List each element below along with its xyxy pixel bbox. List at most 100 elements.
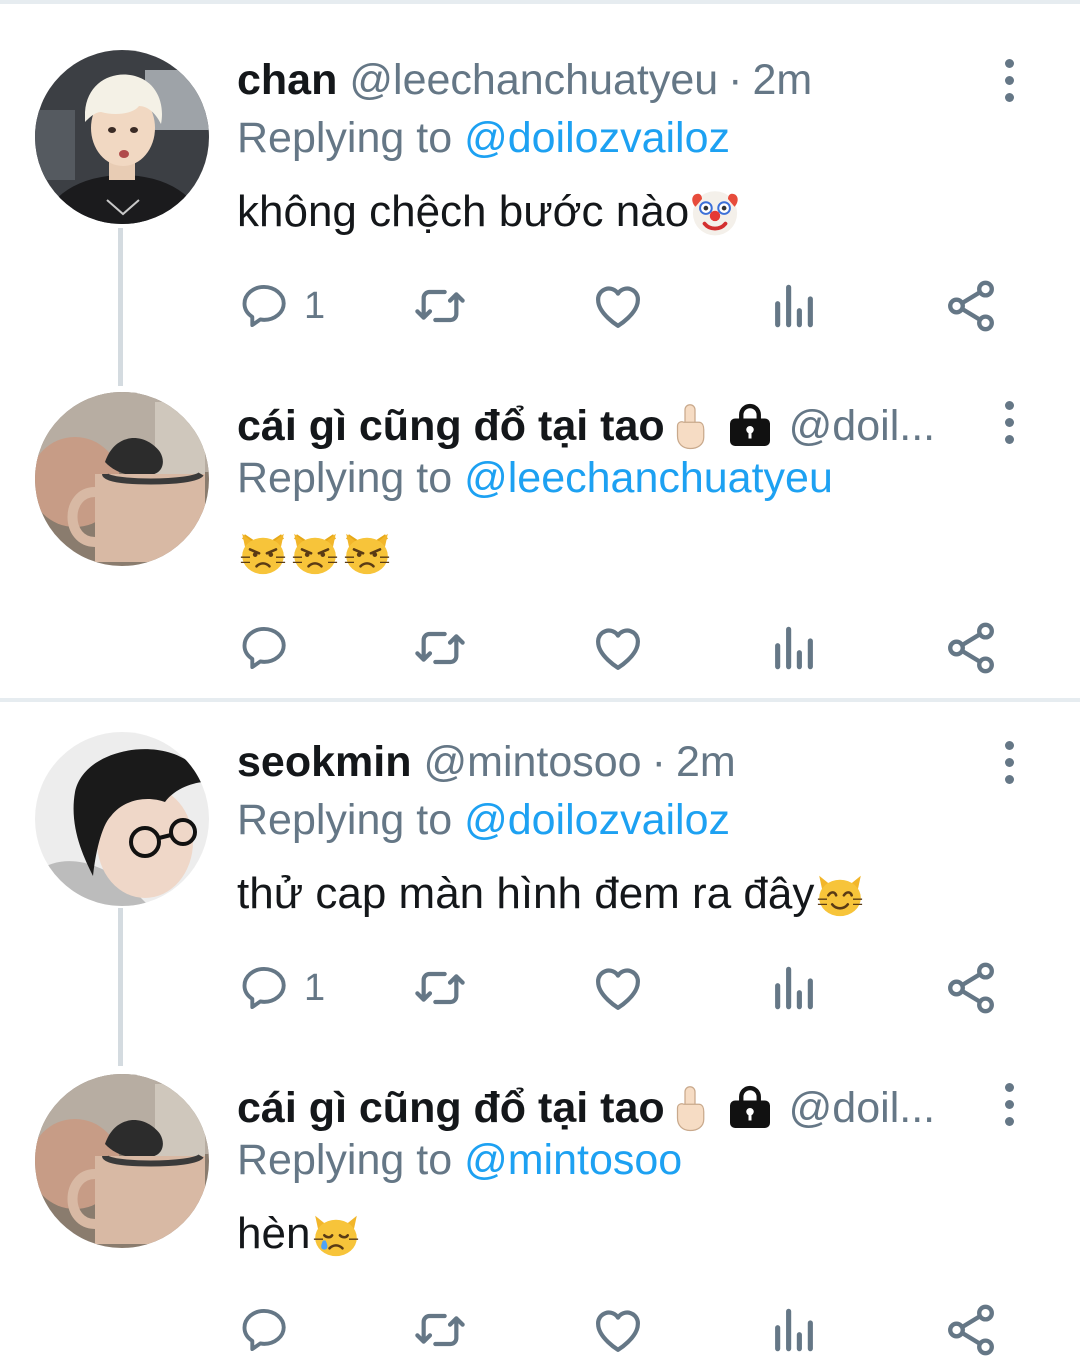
reply-icon [238,1304,290,1356]
more-options-icon[interactable] [985,1074,1033,1134]
user-handle[interactable]: @leechanchuatyeu [349,56,718,105]
top-border [0,0,1080,4]
retweet-icon [412,278,468,334]
reply-count: 1 [304,966,326,1009]
retweet-button[interactable] [412,958,468,1018]
like-icon [590,278,646,334]
tweet-header: cái gì cũng đổ tại tao @doil... [237,396,935,456]
separator: · [651,737,666,786]
like-icon [590,620,646,676]
thread-divider [0,698,1080,702]
pouting-cat-icon [341,526,393,578]
like-button[interactable] [590,276,646,336]
share-button[interactable] [942,276,1000,336]
replying-prefix: Replying to [237,796,465,844]
retweet-button[interactable] [412,276,468,336]
timestamp[interactable]: 2m [676,738,736,787]
tweet-text-content: không chệch bước nào [237,187,690,236]
tweet-header: chan @leechanchuatyeu · 2m [237,50,812,110]
retweet-icon [412,1302,468,1358]
replying-prefix: Replying to [237,454,465,502]
more-options-icon[interactable] [985,732,1033,792]
index-pointing-up-icon [665,1083,715,1133]
tweet-text [237,522,393,582]
analytics-button[interactable] [766,276,822,336]
retweet-icon [412,620,468,676]
pouting-cat-icon [237,526,289,578]
share-icon [942,277,1000,335]
analytics-button[interactable] [766,958,822,1018]
analytics-icon [766,278,822,334]
action-bar [0,1300,1080,1360]
analytics-button[interactable] [766,618,822,678]
clown-face-icon [689,186,741,238]
like-icon [590,1302,646,1358]
reply-mention-link[interactable]: @leechanchuatyeu [464,454,833,502]
action-bar: 1 [0,958,1080,1018]
reply-icon [238,280,290,332]
timestamp[interactable]: 2m [753,56,813,105]
avatar[interactable] [35,732,209,906]
share-button[interactable] [942,618,1000,678]
display-name[interactable]: cái gì cũng đổ tại tao [237,402,665,451]
display-name[interactable]: chan [237,56,337,105]
tweet-text: không chệch bước nào [237,182,741,242]
reply-button[interactable] [238,1300,304,1360]
replying-to: Replying to @doilozvailoz [237,110,730,166]
lock-bag-icon [725,401,775,451]
user-handle[interactable]: @doil... [789,1084,935,1133]
separator: · [728,55,743,104]
replying-prefix: Replying to [237,1136,465,1184]
tweet-text: thử cap màn hình đem ra đây [237,864,866,924]
replying-prefix: Replying to [237,114,465,162]
action-bar: 1 [0,276,1080,336]
reply-button[interactable]: 1 [238,276,325,336]
reply-button[interactable] [238,618,304,678]
more-options-icon[interactable] [985,50,1033,110]
replying-to: Replying to @leechanchuatyeu [237,450,833,506]
avatar[interactable] [35,1074,209,1248]
action-bar [0,618,1080,678]
replying-to: Replying to @mintosoo [237,1132,682,1188]
retweet-button[interactable] [412,618,468,678]
pouting-cat-icon [289,526,341,578]
share-icon [942,1301,1000,1359]
reply-icon [238,622,290,674]
more-options-icon[interactable] [985,392,1033,452]
crying-cat-icon [310,1208,362,1260]
avatar[interactable] [35,50,209,224]
like-button[interactable] [590,618,646,678]
avatar[interactable] [35,392,209,566]
analytics-icon [766,620,822,676]
smiling-cat-icon [814,868,866,920]
like-button[interactable] [590,958,646,1018]
lock-bag-icon [725,1083,775,1133]
tweet-text-content: thử cap màn hình đem ra đây [237,869,815,918]
tweet-text: hèn [237,1204,362,1264]
reply-icon [238,962,290,1014]
share-icon [942,619,1000,677]
analytics-button[interactable] [766,1300,822,1360]
like-icon [590,960,646,1016]
reply-mention-link[interactable]: @doilozvailoz [464,796,730,844]
reply-mention-link[interactable]: @mintosoo [464,1136,682,1184]
reply-mention-link[interactable]: @doilozvailoz [464,114,730,162]
share-icon [942,959,1000,1017]
tweet-text-content: hèn [237,1209,311,1258]
retweet-button[interactable] [412,1300,468,1360]
reply-button[interactable]: 1 [238,958,325,1018]
like-button[interactable] [590,1300,646,1360]
replying-to: Replying to @doilozvailoz [237,792,730,848]
analytics-icon [766,1302,822,1358]
index-pointing-up-icon [665,401,715,451]
tweet-header: cái gì cũng đổ tại tao @doil... [237,1078,935,1138]
share-button[interactable] [942,1300,1000,1360]
reply-count: 1 [304,284,326,327]
user-handle[interactable]: @mintosoo [423,738,641,787]
tweet-header: seokmin @mintosoo · 2m [237,732,736,792]
user-handle[interactable]: @doil... [789,402,935,451]
analytics-icon [766,960,822,1016]
display-name[interactable]: cái gì cũng đổ tại tao [237,1084,665,1133]
display-name[interactable]: seokmin [237,738,411,787]
share-button[interactable] [942,958,1000,1018]
